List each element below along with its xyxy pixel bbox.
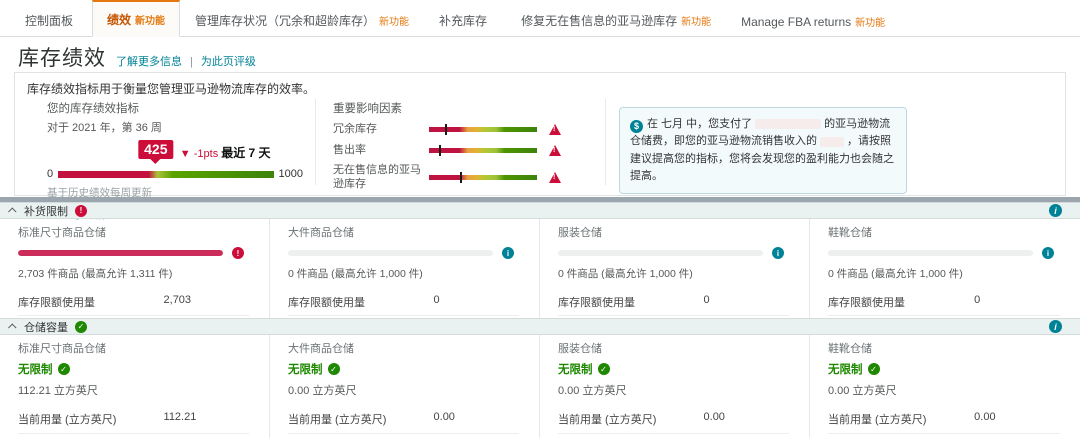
gauge-max-label: 1000 — [278, 168, 303, 180]
column-divider — [315, 99, 316, 185]
metric-row: 当前用量 (立方英尺) 0.00 — [288, 406, 519, 434]
tab-restock-inventory[interactable]: 补充库存 — [424, 2, 506, 37]
metric-row: 当前用量 (立方英尺) 0.00 — [828, 406, 1060, 434]
factor-row: 无在售信息的亚马逊库存 ! — [333, 164, 595, 192]
section-storage-header[interactable]: 仓储容量 ✓ i — [0, 318, 1080, 335]
redacted-amount — [755, 119, 822, 130]
slider-marker — [438, 145, 441, 156]
collapse-caret-icon — [8, 322, 17, 332]
replenishment-columns: 标准尺寸商品仓储 ! 2,703 件商品 (最高允许 1,311 件) 库存限额… — [0, 219, 1080, 318]
factor-slider — [429, 124, 537, 135]
usage-bar — [558, 250, 763, 256]
metric-row: 当前仓储限制无限制 — [18, 434, 249, 438]
usage-bar — [828, 250, 1033, 256]
volume-value: 0.00 立方英尺 — [558, 385, 627, 397]
column-apparel: 服装仓储 i 0 件商品 (最高允许 1,000 件) 库存限额使用量0 最高库… — [540, 219, 810, 318]
warning-triangle-icon: ! — [549, 172, 561, 184]
tab-manage-inventory-health[interactable]: 管理库存状况（冗余和超龄库存） 新功能 — [180, 2, 424, 37]
metric-row: 当前仓储限制无限制 — [558, 434, 789, 438]
check-icon: ✓ — [75, 320, 87, 333]
unlimited-label: 无限制 — [18, 364, 53, 376]
collapse-caret-icon — [8, 206, 17, 216]
slider-marker — [460, 172, 463, 184]
learn-more-link[interactable]: 了解更多信息 — [116, 53, 182, 69]
tab-performance[interactable]: 绩效 新功能 — [92, 0, 181, 37]
slider-marker — [445, 124, 448, 135]
info-icon: i — [772, 247, 784, 259]
ipi-gauge — [58, 170, 274, 178]
factor-row: 售出率 ! — [333, 143, 595, 158]
info-icon: i — [502, 247, 514, 259]
volume-value: 0.00 立方英尺 — [828, 385, 897, 397]
delta-down-icon: ▼ -1pts — [179, 148, 219, 160]
unlimited-label: 无限制 — [288, 364, 323, 376]
column-standard-size: 标准尺寸商品仓储 无限制 ✓ 112.21 立方英尺 当前用量 (立方英尺) 112… — [0, 335, 270, 438]
metric-row: 库存限额使用量 0 — [828, 290, 1060, 316]
check-icon: ✓ — [327, 363, 340, 375]
page-header: 库存绩效 了解更多信息 | 为此页评级 — [18, 42, 256, 72]
dollar-circle-icon: $ — [630, 120, 643, 134]
alert-icon: ! — [75, 204, 87, 217]
page-title: 库存绩效 — [18, 47, 106, 70]
check-icon: ✓ — [597, 363, 610, 375]
column-footwear: 鞋靴仓储 无限制✓ 0.00 立方英尺 当前用量 (立方英尺)0.00 当前仓储… — [810, 335, 1080, 438]
metric-row: 当前仓储限制无限制 — [288, 434, 519, 438]
score-delta: ▼ -1pts 最近 7 天 — [179, 146, 271, 160]
column-footwear: 鞋靴仓储 i 0 件商品 (最高允许 1,000 件) 库存限额使用量0 最高库… — [810, 219, 1080, 318]
factor-slider — [429, 172, 537, 184]
storage-fee-info-box: $ 在 七月 中，您支付了 的亚马逊物流仓储费，即您的亚马逊物流销售收入的 ，请按照建… — [619, 107, 907, 194]
column-oversize: 大件商品仓储 i 0 件商品 (最高允许 1,000 件) 库存限额使用量0 最… — [270, 219, 540, 318]
score-panel-heading: 您的库存绩效指标 — [47, 103, 139, 115]
factor-slider — [429, 145, 537, 156]
unlimited-label: 无限制 — [828, 364, 863, 376]
tab-manage-fba-returns[interactable]: Manage FBA returns 新功能 — [726, 4, 900, 37]
warning-triangle-icon: ! — [549, 145, 561, 156]
usage-bar — [288, 250, 493, 256]
alert-icon: ! — [232, 247, 244, 259]
usage-bar — [18, 250, 223, 256]
info-icon: i — [1042, 247, 1054, 259]
metric-row: 库存限额使用量 0 — [558, 290, 789, 316]
unlimited-label: 无限制 — [558, 364, 593, 376]
section-replenishment-header[interactable]: 补货限制 ! i — [0, 202, 1080, 219]
info-icon[interactable]: i — [1049, 320, 1062, 333]
column-divider — [605, 99, 606, 185]
ipi-description: 库存绩效指标用于衡量您管理亚马逊物流库存的效率。 — [27, 82, 316, 96]
factor-row: 冗余库存 ! — [333, 122, 595, 137]
rate-page-link[interactable]: 为此页评级 — [201, 53, 256, 69]
tab-bar: 控制面板 绩效 新功能 管理库存状况（冗余和超龄库存） 新功能 补充库存 修复无在售… — [0, 0, 1080, 37]
check-icon: ✓ — [867, 363, 880, 375]
factors-heading: 重要影响因素 — [333, 103, 402, 115]
metric-row: 当前仓储限制无限制 — [828, 434, 1060, 438]
score-period: 对于 2021 年，第 36 周 — [47, 122, 162, 134]
tab-fix-stranded-inventory[interactable]: 修复无在售信息的亚马逊库存 新功能 — [506, 2, 726, 37]
column-oversize: 大件商品仓储 无限制✓ 0.00 立方英尺 当前用量 (立方英尺)0.00 当前… — [270, 335, 540, 438]
redacted-percent — [820, 136, 844, 147]
ipi-score-badge: 425 — [138, 140, 174, 159]
ipi-card: 库存绩效指标用于衡量您管理亚马逊物流库存的效率。 您的库存绩效指标 对于 202… — [14, 72, 1066, 221]
warning-triangle-icon: ! — [549, 124, 561, 135]
metric-row: 库存限额使用量 0 — [288, 290, 519, 316]
tab-dashboard[interactable]: 控制面板 — [10, 2, 92, 37]
metric-row: 当前用量 (立方英尺) 0.00 — [558, 406, 789, 434]
volume-value: 112.21 立方英尺 — [18, 385, 98, 397]
metric-row: 库存限额使用量 2,703 — [18, 290, 249, 316]
gauge-min-label: 0 — [47, 168, 54, 180]
check-icon: ✓ — [57, 363, 70, 375]
storage-columns: 标准尺寸商品仓储 无限制 ✓ 112.21 立方英尺 当前用量 (立方英尺) 112… — [0, 335, 1080, 438]
metric-row: 当前用量 (立方英尺) 112.21 — [18, 406, 249, 434]
volume-value: 0.00 立方英尺 — [288, 385, 357, 397]
column-standard-size: 标准尺寸商品仓储 ! 2,703 件商品 (最高允许 1,311 件) 库存限额… — [0, 219, 270, 318]
info-icon[interactable]: i — [1049, 204, 1062, 217]
column-apparel: 服装仓储 无限制✓ 0.00 立方英尺 当前用量 (立方英尺)0.00 当前仓储… — [540, 335, 810, 438]
link-divider: | — [190, 56, 193, 68]
